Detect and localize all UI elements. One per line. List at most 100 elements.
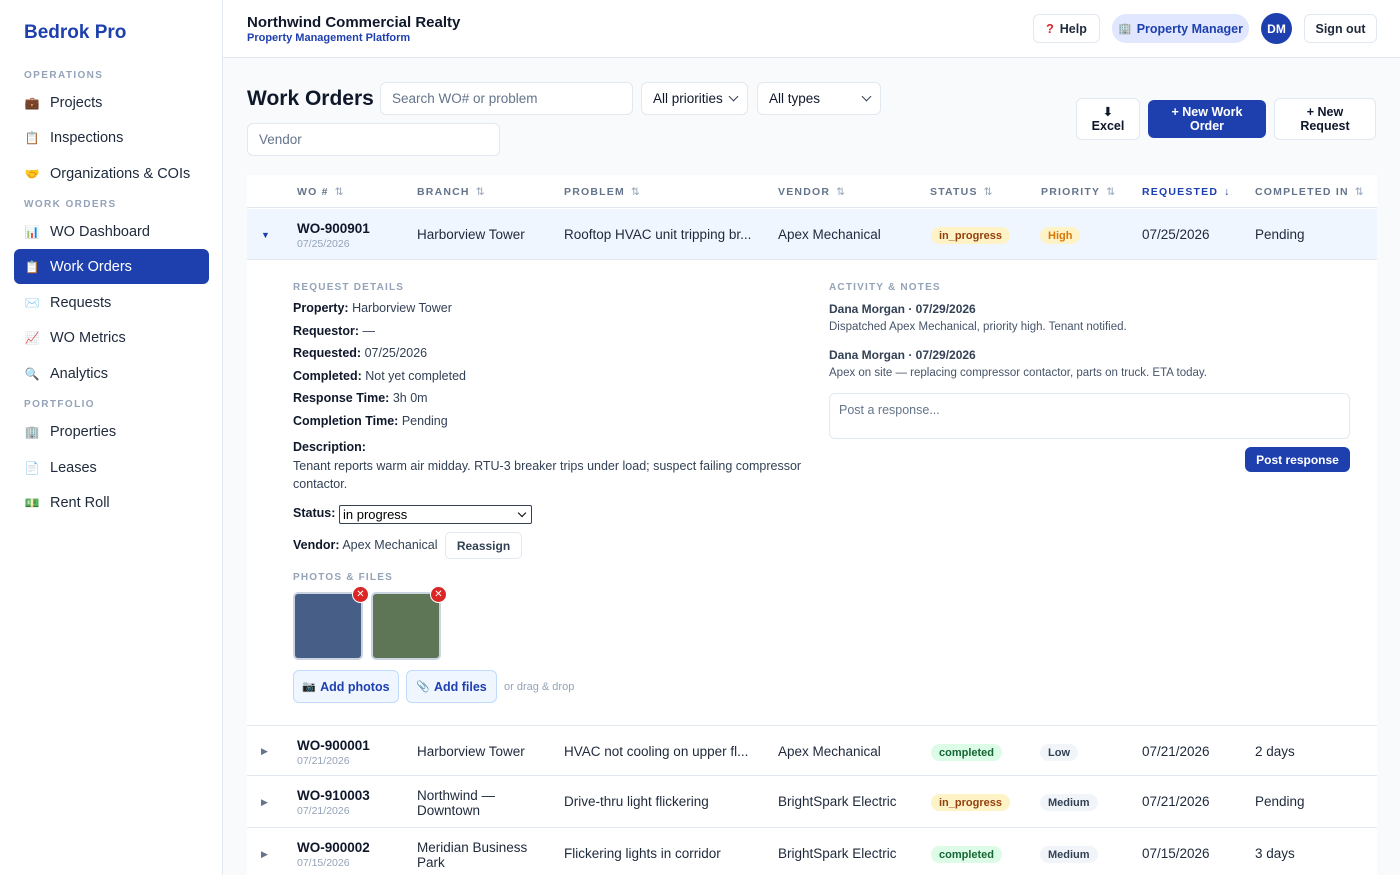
wo-cell: WO-910003 07/21/2026 — [297, 788, 370, 817]
priority-select[interactable]: All priorities — [641, 82, 748, 115]
detail-value: — — [362, 324, 375, 338]
column-header-priority[interactable]: PRIORITY ⇅ — [1041, 186, 1115, 198]
caret-right-icon[interactable]: ▶ — [261, 797, 268, 808]
role-badge[interactable]: 🏢 Property Manager — [1112, 14, 1249, 43]
money-icon: 💵 — [24, 495, 40, 510]
column-header-status[interactable]: STATUS ⇅ — [930, 186, 992, 198]
excel-export-button[interactable]: ⬇ Excel — [1076, 98, 1140, 140]
detail-value: Not yet completed — [365, 369, 466, 383]
table-row[interactable]: ▶ WO-900002 07/15/2026 Meridian Business… — [247, 828, 1377, 875]
drag-drop-hint: or drag & drop — [504, 681, 575, 693]
column-header-requested[interactable]: REQUESTED ↓ — [1142, 186, 1229, 198]
post-response-button[interactable]: Post response — [1245, 447, 1350, 472]
detail-property: Property: Harborview Tower — [293, 301, 452, 315]
status-badge: completed — [931, 744, 1003, 761]
status-select[interactable]: in progress — [339, 505, 532, 524]
sidebar-item-leases[interactable]: 📄 Leases — [14, 450, 209, 485]
status-badge: completed — [931, 846, 1003, 863]
sidebar-item-wo-metrics[interactable]: 📈 WO Metrics — [14, 320, 209, 355]
chevron-down-icon — [728, 91, 739, 102]
avatar[interactable]: DM — [1261, 13, 1292, 44]
wo-date: 07/15/2026 — [297, 857, 350, 869]
requested-cell: 07/15/2026 — [1142, 846, 1210, 861]
remove-photo-icon[interactable]: ✕ — [352, 586, 369, 603]
caret-right-icon[interactable]: ▶ — [261, 849, 268, 860]
column-header-vendor[interactable]: VENDOR ⇅ — [778, 186, 845, 198]
detail-key: Requested: — [293, 346, 362, 360]
column-header-problem[interactable]: PROBLEM ⇅ — [564, 186, 640, 198]
table-row[interactable]: ▶ WO-900001 07/21/2026 Harborview Tower … — [247, 726, 1377, 776]
priority-select-value: All priorities — [653, 91, 723, 106]
question-icon: ? — [1046, 21, 1054, 36]
priority-badge: High — [1040, 227, 1081, 244]
sidebar-item-label: Rent Roll — [50, 494, 110, 511]
status-badge: in_progress — [931, 794, 1010, 811]
photo-thumbnail[interactable]: ✕ — [371, 586, 447, 660]
wo-date: 07/21/2026 — [297, 805, 350, 817]
sort-icon: ⇅ — [475, 186, 485, 198]
caret-right-icon[interactable]: ▶ — [261, 746, 268, 757]
sidebar-item-organizations[interactable]: 🤝 Organizations & COIs — [14, 156, 209, 191]
type-select[interactable]: All types — [757, 82, 881, 115]
activity-text: Apex on site — replacing compressor cont… — [829, 367, 1207, 379]
reassign-button[interactable]: Reassign — [445, 532, 522, 559]
excel-label: Excel — [1091, 119, 1125, 133]
add-photos-button[interactable]: 📷 Add photos — [293, 670, 399, 703]
sign-out-button[interactable]: Sign out — [1304, 14, 1377, 43]
table-row[interactable]: ▼ WO-900901 07/25/2026 Harborview Tower … — [247, 209, 1377, 260]
requested-cell: 07/25/2026 — [1142, 227, 1210, 242]
brand-logo[interactable]: Bedrok Pro — [24, 22, 126, 44]
clipboard-icon: 📋 — [24, 130, 40, 145]
add-files-button[interactable]: 📎 Add files — [406, 670, 497, 703]
wo-number[interactable]: WO-900002 — [297, 840, 370, 855]
sidebar-item-properties[interactable]: 🏢 Properties — [14, 414, 209, 449]
requested-cell: 07/21/2026 — [1142, 744, 1210, 759]
work-order-detail-panel: REQUEST DETAILS Property: Harborview Tow… — [247, 260, 1377, 726]
wo-number[interactable]: WO-900001 — [297, 738, 370, 753]
vendor-input[interactable]: Vendor — [247, 123, 500, 156]
sidebar-item-work-orders[interactable]: 📋 Work Orders — [14, 249, 209, 284]
detail-vendor: Vendor: Apex Mechanical — [293, 538, 438, 552]
sidebar-item-rent-roll[interactable]: 💵 Rent Roll — [14, 485, 209, 520]
sidebar-item-inspections[interactable]: 📋 Inspections — [14, 120, 209, 155]
detail-value: 07/25/2026 — [364, 346, 428, 360]
photo-thumbnail[interactable]: ✕ — [293, 586, 369, 660]
detail-value: Apex Mechanical — [342, 538, 438, 552]
table-row[interactable]: ▶ WO-910003 07/21/2026 Northwind — Downt… — [247, 776, 1377, 828]
detail-description: Tenant reports warm air midday. RTU-3 br… — [293, 459, 802, 491]
handshake-icon: 🤝 — [24, 166, 40, 181]
sidebar-item-label: Work Orders — [50, 258, 132, 275]
sidebar-item-analytics[interactable]: 🔍 Analytics — [14, 356, 209, 391]
detail-key: Status: — [293, 506, 336, 520]
problem-cell: HVAC not cooling on upper fl... — [564, 744, 749, 759]
detail-value: Harborview Tower — [352, 301, 452, 315]
bar-chart-icon: 📊 — [24, 224, 40, 239]
search-input[interactable]: Search WO# or problem — [380, 82, 633, 115]
column-header-completed-in[interactable]: COMPLETED IN ⇅ — [1255, 186, 1364, 198]
camera-icon: 📷 — [302, 681, 317, 693]
wo-number[interactable]: WO-910003 — [297, 788, 370, 803]
wo-cell: WO-900002 07/15/2026 — [297, 840, 370, 869]
sidebar-item-requests[interactable]: ✉️ Requests — [14, 285, 209, 320]
new-request-button[interactable]: + New Request — [1274, 98, 1376, 140]
detail-key: Vendor: — [293, 538, 340, 552]
branch-cell: Harborview Tower — [417, 227, 525, 242]
vendor-cell: Apex Mechanical — [778, 744, 881, 759]
help-button[interactable]: ? Help — [1033, 14, 1100, 43]
sidebar-item-label: Properties — [50, 423, 117, 440]
sidebar-item-projects[interactable]: 💼 Projects — [14, 85, 209, 120]
sidebar-item-wo-dashboard[interactable]: 📊 WO Dashboard — [14, 214, 209, 249]
detail-key: Completed: — [293, 369, 362, 383]
sidebar-item-label: Projects — [50, 94, 103, 111]
new-work-order-button[interactable]: + New Work Order — [1148, 100, 1266, 138]
wo-number[interactable]: WO-900901 — [297, 221, 370, 236]
caret-down-icon[interactable]: ▼ — [261, 230, 270, 240]
column-header-wo[interactable]: WO # ⇅ — [297, 186, 343, 198]
sidebar: Bedrok Pro OPERATIONS 💼 Projects 📋 Inspect… — [0, 0, 223, 875]
response-textarea[interactable]: Post a response... — [829, 393, 1350, 439]
branch-cell: Harborview Tower — [417, 744, 525, 759]
remove-photo-icon[interactable]: ✕ — [430, 586, 447, 603]
column-header-branch[interactable]: BRANCH ⇅ — [417, 186, 485, 198]
photos-files-heading: PHOTOS & FILES — [293, 572, 393, 583]
detail-completion-time: Completion Time: Pending — [293, 414, 448, 428]
